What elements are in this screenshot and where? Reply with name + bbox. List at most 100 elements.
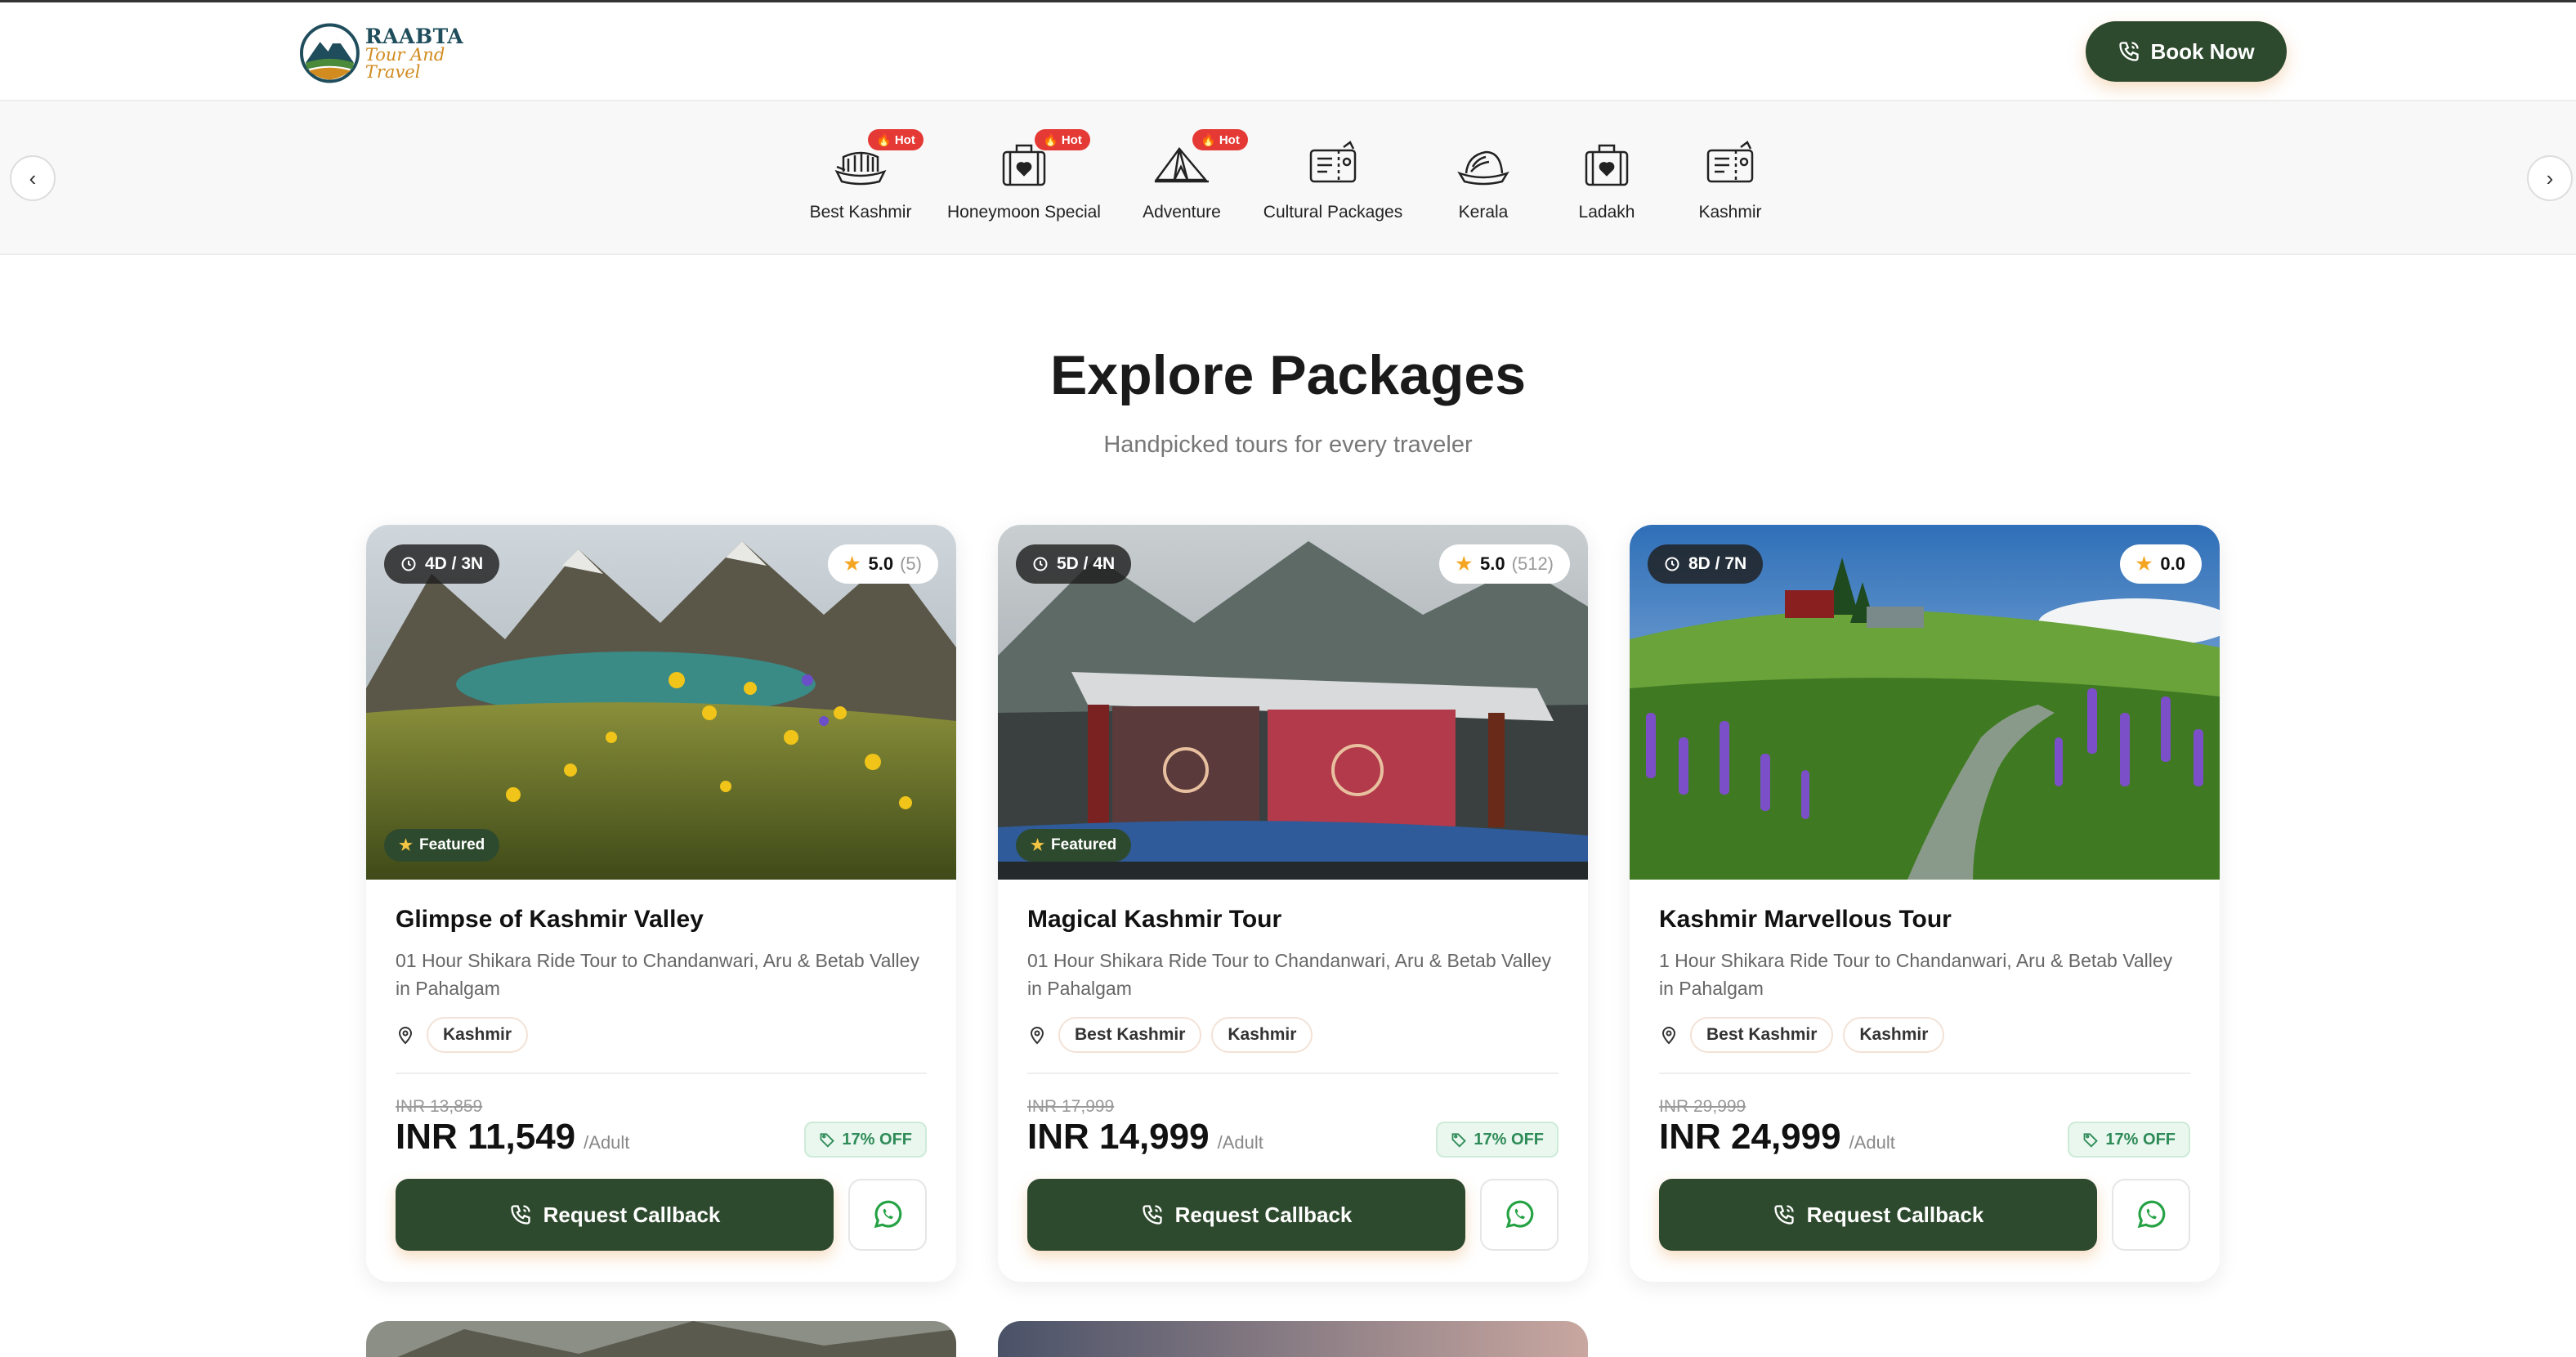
featured-badge: ★ Featured <box>384 829 500 862</box>
site-header: RAABTA Tour And Travel Book Now <box>0 2 2576 101</box>
price-unit: /Adult <box>1849 1132 1895 1153</box>
clock-icon <box>1033 557 1048 571</box>
whatsapp-icon <box>874 1200 902 1229</box>
tag-icon <box>821 1133 835 1148</box>
package-description: 01 Hour Shikara Ride Tour to Chandanwari… <box>396 950 919 999</box>
star-icon: ★ <box>843 553 861 574</box>
tag-icon <box>2084 1133 2099 1148</box>
location-tag[interactable]: Best Kashmir <box>1690 1017 1834 1053</box>
featured-label: Featured <box>1051 836 1117 853</box>
category-label: Cultural Packages <box>1263 203 1403 222</box>
price-value: INR 24,999 <box>1659 1117 1841 1157</box>
discount-text: 17% OFF <box>1474 1130 1544 1149</box>
star-icon: ★ <box>1456 553 1473 574</box>
location-pin-icon <box>398 1027 413 1045</box>
category-kashmir[interactable]: Kashmir <box>1640 134 1820 222</box>
duration-text: 5D / 4N <box>1057 554 1116 573</box>
hot-badge: 🔥 Hot <box>1192 129 1248 150</box>
category-carousel: ‹ 🔥 Hot Best Kashmir 🔥 Hot Honeymoon Spe… <box>0 101 2576 255</box>
package-title[interactable]: Glimpse of Kashmir Valley <box>396 906 704 934</box>
section-title: Explore Packages <box>1049 344 1527 406</box>
original-price: INR 29,999 <box>1659 1097 1746 1116</box>
rating-value: 5.0 <box>868 553 894 574</box>
mountain-image <box>366 1321 956 1357</box>
category-honeymoon-special[interactable]: 🔥 Hot Honeymoon Special <box>934 129 1114 222</box>
rating-value: 5.0 <box>1480 553 1505 574</box>
category-label: Kerala <box>1458 203 1509 222</box>
location-tag[interactable]: Kashmir <box>427 1017 529 1053</box>
whatsapp-button[interactable] <box>848 1179 927 1251</box>
location-tag[interactable]: Kashmir <box>1211 1017 1313 1053</box>
discount-text: 17% OFF <box>2105 1130 2176 1149</box>
category-label: Kashmir <box>1698 203 1762 222</box>
tag-icon <box>1452 1133 1467 1148</box>
location-tag[interactable]: Kashmir <box>1843 1017 1945 1053</box>
rating-badge: ★ 5.0 (512) <box>1439 544 1570 584</box>
carousel-prev-button[interactable]: ‹ <box>10 155 56 201</box>
discount-badge: 17% OFF <box>2068 1122 2190 1158</box>
brand-name: RAABTA <box>364 24 464 48</box>
package-card[interactable]: 5D / 4N ★ 5.0 (512) ★ Featured Magical K… <box>998 525 1588 1282</box>
category-label: Adventure <box>1143 203 1221 222</box>
package-title[interactable]: Magical Kashmir Tour <box>1027 906 1281 934</box>
category-best-kashmir[interactable]: 🔥 Hot Best Kashmir <box>771 129 950 222</box>
star-icon: ★ <box>2135 553 2153 574</box>
whatsapp-button[interactable] <box>1480 1179 1559 1251</box>
featured-label: Featured <box>419 836 485 853</box>
price: INR 11,549 /Adult <box>396 1117 629 1158</box>
book-now-button[interactable]: Book Now <box>2086 21 2287 82</box>
rating-badge: ★ 0.0 <box>2119 544 2202 584</box>
divider <box>396 1073 927 1074</box>
callback-label: Request Callback <box>1806 1202 1984 1227</box>
location-tags: Best Kashmir Kashmir <box>1027 1017 1322 1053</box>
carousel-next-button[interactable]: › <box>2527 155 2573 201</box>
request-callback-button[interactable]: Request Callback <box>396 1179 834 1251</box>
location-tags: Best Kashmir Kashmir <box>1659 1017 1954 1053</box>
package-image[interactable]: 5D / 4N ★ 5.0 (512) ★ Featured <box>998 525 1588 880</box>
package-image[interactable]: 4D / 3N ★ 5.0 (5) ★ Featured <box>366 525 956 880</box>
price-value: INR 11,549 <box>396 1117 576 1157</box>
callback-label: Request Callback <box>1174 1202 1353 1227</box>
whatsapp-icon <box>2137 1200 2166 1229</box>
whatsapp-icon <box>1505 1200 1534 1229</box>
mountain-logo-icon <box>299 23 360 83</box>
sunset-image <box>998 1321 1588 1357</box>
whatsapp-button[interactable] <box>2112 1179 2190 1251</box>
duration-text: 8D / 7N <box>1688 554 1747 573</box>
request-callback-button[interactable]: Request Callback <box>1027 1179 1465 1251</box>
phone-icon <box>1773 1205 1794 1225</box>
rating-count: (5) <box>900 553 922 574</box>
package-card-peek[interactable] <box>998 1321 1588 1357</box>
divider <box>1659 1073 2190 1074</box>
location-pin-icon <box>1661 1027 1676 1045</box>
price-value: INR 14,999 <box>1027 1117 1210 1157</box>
package-description: 01 Hour Shikara Ride Tour to Chandanwari… <box>1027 950 1551 999</box>
location-tag[interactable]: Best Kashmir <box>1058 1017 1202 1053</box>
phone-icon <box>2119 42 2140 61</box>
package-title[interactable]: Kashmir Marvellous Tour <box>1659 906 1952 934</box>
rating-count: (512) <box>1511 553 1554 574</box>
original-price: INR 13,859 <box>396 1097 483 1116</box>
request-callback-button[interactable]: Request Callback <box>1659 1179 2097 1251</box>
ticket-icon <box>1706 141 1754 183</box>
location-pin-icon <box>1030 1027 1044 1045</box>
brand-logo[interactable]: RAABTA Tour And Travel <box>299 20 503 86</box>
price-unit: /Adult <box>584 1132 630 1153</box>
package-image[interactable]: 8D / 7N ★ 0.0 <box>1630 525 2220 880</box>
divider <box>1027 1073 1559 1074</box>
discount-badge: 17% OFF <box>804 1122 927 1158</box>
duration-text: 4D / 3N <box>425 554 484 573</box>
package-card-peek[interactable] <box>366 1321 956 1357</box>
original-price: INR 17,999 <box>1027 1097 1115 1116</box>
price-unit: /Adult <box>1217 1132 1263 1153</box>
duration-badge: 8D / 7N <box>1648 544 1764 584</box>
package-card[interactable]: 8D / 7N ★ 0.0 Kashmir Marvellous Tour 1 … <box>1630 525 2220 1282</box>
featured-badge: ★ Featured <box>1016 829 1132 862</box>
package-card[interactable]: 4D / 3N ★ 5.0 (5) ★ Featured Glimpse of … <box>366 525 956 1282</box>
duration-badge: 4D / 3N <box>384 544 500 584</box>
brand-tagline: Tour And Travel <box>364 44 445 82</box>
ticket-icon <box>1309 141 1357 183</box>
category-label: Ladakh <box>1578 203 1635 222</box>
hot-badge: 🔥 Hot <box>1035 129 1090 150</box>
rating-badge: ★ 5.0 (5) <box>827 544 938 584</box>
